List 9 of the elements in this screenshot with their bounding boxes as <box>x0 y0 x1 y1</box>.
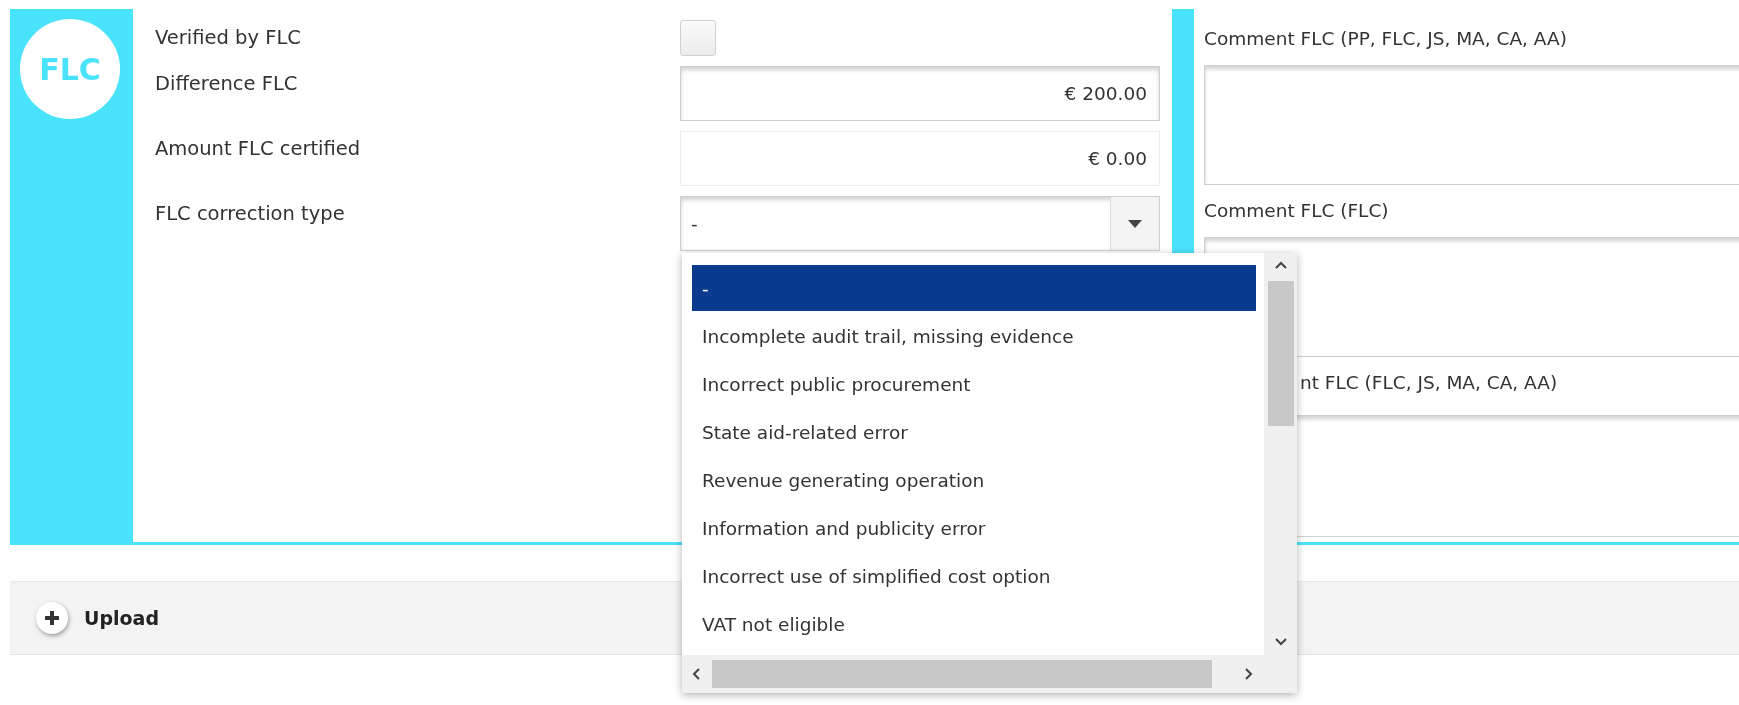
upload-label: Upload <box>84 607 160 629</box>
field-label: Difference FLC <box>155 71 299 95</box>
comment-label: Comment FLC (FLC) <box>1204 198 1390 223</box>
field-label: FLC correction type <box>155 201 346 225</box>
comment-label: Comment FLC (PP, FLC, JS, MA, CA, AA) <box>1204 26 1568 51</box>
field-label: Verified by FLC <box>155 25 302 49</box>
field-label: Amount FLC certified <box>155 136 362 160</box>
comment-label: nt FLC (FLC, JS, MA, CA, AA) <box>1299 370 1559 395</box>
flc-badge: FLC <box>20 19 120 119</box>
